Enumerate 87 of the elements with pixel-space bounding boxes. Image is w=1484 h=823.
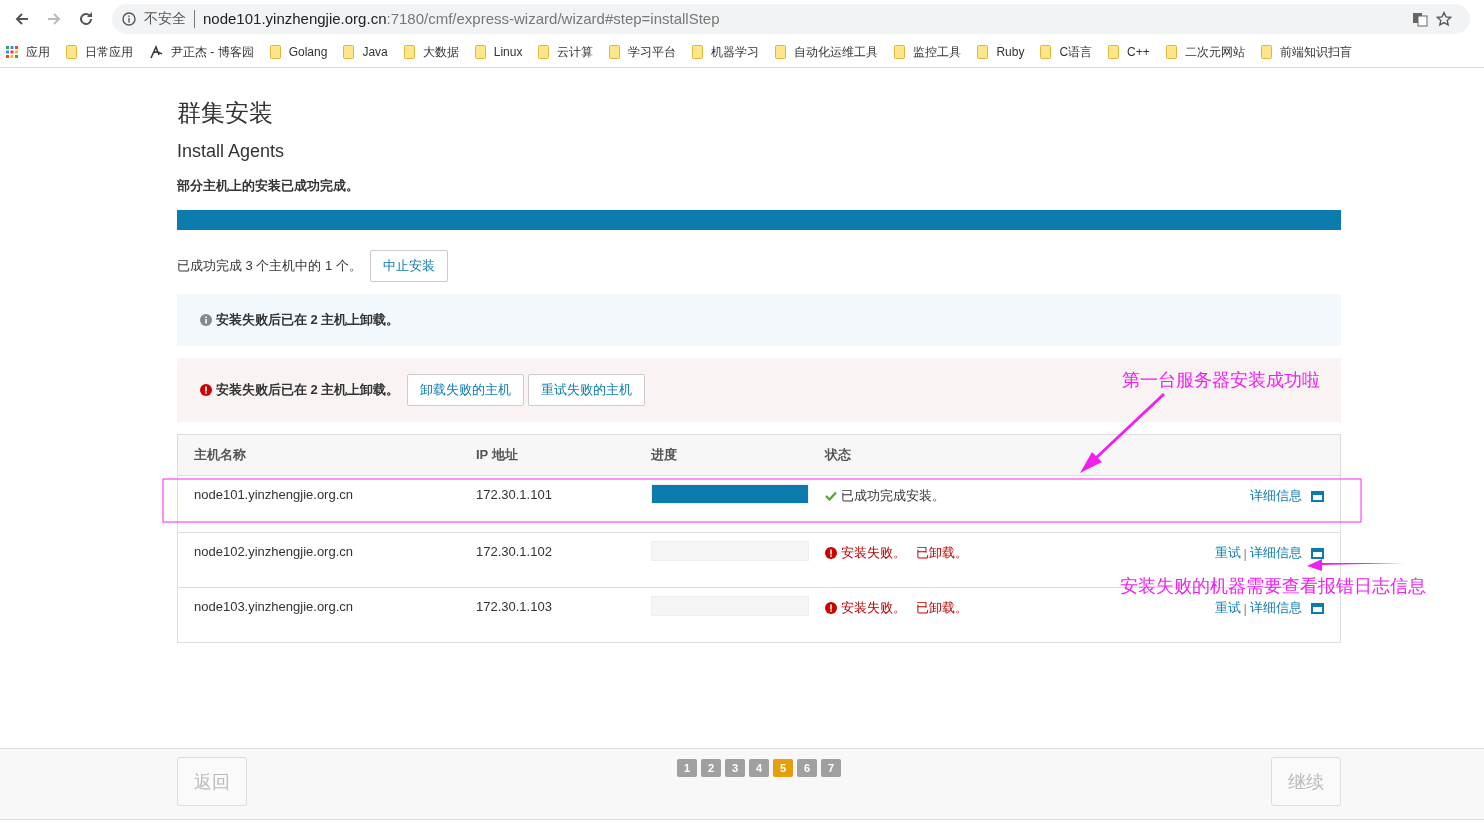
window-icon[interactable] bbox=[1311, 602, 1324, 614]
details-link[interactable]: 详细信息 bbox=[1250, 487, 1302, 505]
retry-link[interactable]: 重试 bbox=[1214, 544, 1241, 562]
annotation-text: 安装失败的机器需要查看报错日志信息 bbox=[1120, 574, 1426, 598]
site-logo-icon bbox=[149, 45, 163, 59]
abort-button[interactable]: 中止安装 bbox=[369, 250, 448, 282]
folder-icon bbox=[1108, 45, 1120, 59]
folder-icon bbox=[977, 45, 989, 59]
step-indicator: 2 bbox=[701, 759, 721, 777]
column-header: 状态 bbox=[825, 446, 851, 464]
folder-icon bbox=[894, 45, 906, 59]
separator: | bbox=[1243, 600, 1247, 616]
bookmark[interactable]: 机器学习 bbox=[692, 43, 760, 61]
folder-icon bbox=[1040, 45, 1052, 59]
apps-grid-icon bbox=[6, 46, 18, 58]
details-link[interactable]: 详细信息 bbox=[1250, 599, 1302, 617]
folder-icon bbox=[1260, 45, 1272, 59]
info-icon[interactable] bbox=[122, 11, 136, 26]
folder-icon bbox=[609, 45, 621, 59]
bookmark[interactable]: 监控工具 bbox=[894, 43, 962, 61]
star-icon[interactable] bbox=[1436, 10, 1452, 27]
step-indicator: 3 bbox=[725, 759, 745, 777]
bookmark[interactable]: 自动化运维工具 bbox=[775, 43, 879, 61]
status-text: 已卸载。 bbox=[916, 544, 968, 562]
column-header: 主机名称 bbox=[194, 446, 247, 464]
bookmark[interactable]: Java bbox=[343, 45, 388, 59]
step-indicator: 5 bbox=[773, 759, 793, 777]
bookmark[interactable]: 学习平台 bbox=[609, 43, 677, 61]
status-text: 安装失败。 bbox=[841, 599, 906, 617]
host-name-cell-text: node102.yinzhengjie.org.cn bbox=[194, 544, 354, 559]
bookmark[interactable]: Linux bbox=[474, 45, 523, 59]
separator: | bbox=[1243, 545, 1247, 561]
summary-text: 已成功完成 3 个主机中的 1 个。 bbox=[177, 257, 362, 275]
step-indicator: 1 bbox=[677, 759, 697, 777]
info-icon bbox=[200, 314, 212, 326]
folder-icon bbox=[66, 45, 77, 59]
error-icon bbox=[200, 384, 212, 396]
status-text: 安装失败。 bbox=[841, 544, 906, 562]
alert-action-button[interactable]: 重试失败的主机 bbox=[528, 374, 646, 406]
ip-cell-text: 172.30.1.101 bbox=[476, 487, 553, 502]
column-header: 进度 bbox=[651, 446, 678, 464]
bookmark[interactable]: 尹正杰 - 博客园 bbox=[149, 43, 254, 61]
status-message: 部分主机上的安装已成功完成。 bbox=[177, 178, 360, 194]
security-label: 不安全 bbox=[144, 9, 186, 28]
status-text: 已卸载。 bbox=[916, 599, 968, 617]
address-bar[interactable]: 不安全 node101.yinzhengjie.org.cn:7180/cmf/express-wizard/wizard#step=installStep bbox=[112, 3, 1470, 34]
column-header: IP 地址 bbox=[476, 446, 519, 464]
bookmark[interactable]: 前端知识扫盲 bbox=[1260, 43, 1352, 61]
page-title: 群集安装 bbox=[177, 98, 274, 128]
ip-cell-text: 172.30.1.102 bbox=[476, 544, 553, 559]
folder-icon bbox=[269, 45, 281, 59]
url-text: node101.yinzhengjie.org.cn:7180/cmf/express-wizard/wizard#step=installStep bbox=[203, 10, 720, 27]
folder-icon bbox=[343, 45, 355, 59]
folder-icon bbox=[403, 45, 415, 59]
bookmark[interactable]: 大数据 bbox=[403, 43, 459, 61]
alert-action-button[interactable]: 卸载失败的主机 bbox=[407, 374, 525, 406]
details-link[interactable]: 详细信息 bbox=[1250, 544, 1302, 562]
annotation-text: 第一台服务器安装成功啦 bbox=[1122, 368, 1320, 392]
status-text: 已成功完成安装。 bbox=[841, 487, 945, 505]
bookmark[interactable]: 云计算 bbox=[538, 43, 594, 61]
retry-link[interactable]: 重试 bbox=[1214, 599, 1241, 617]
bookmark[interactable]: Golang bbox=[269, 45, 328, 59]
window-icon[interactable] bbox=[1311, 490, 1324, 502]
bookmark[interactable]: 二次元网站 bbox=[1165, 43, 1245, 61]
bookmark[interactable]: 应用 bbox=[6, 43, 50, 61]
host-name-cell-text: node101.yinzhengjie.org.cn bbox=[194, 487, 354, 502]
folder-icon bbox=[474, 45, 486, 59]
folder-icon bbox=[775, 45, 787, 59]
folder-icon bbox=[538, 45, 550, 59]
window-icon[interactable] bbox=[1311, 547, 1324, 559]
step-indicator: 7 bbox=[821, 759, 841, 777]
back-icon[interactable] bbox=[14, 10, 30, 27]
alert-text: 安装失败后已在 2 主机上卸载。 bbox=[216, 381, 400, 399]
bookmark[interactable]: 日常应用 bbox=[66, 43, 133, 61]
bookmark[interactable]: C语言 bbox=[1040, 43, 1093, 61]
page-subtitle: Install Agents bbox=[177, 140, 286, 162]
translate-icon[interactable] bbox=[1412, 10, 1428, 27]
bookmark[interactable]: C++ bbox=[1108, 45, 1150, 59]
host-name-cell-text: node103.yinzhengjie.org.cn bbox=[194, 599, 354, 614]
reload-icon[interactable] bbox=[78, 10, 94, 27]
step-indicator: 4 bbox=[749, 759, 769, 777]
step-indicator: 6 bbox=[797, 759, 817, 777]
alert-text: 安装失败后已在 2 主机上卸载。 bbox=[216, 311, 400, 329]
folder-icon bbox=[692, 45, 704, 59]
ip-cell-text: 172.30.1.103 bbox=[476, 599, 553, 614]
folder-icon bbox=[1165, 45, 1177, 59]
bookmark[interactable]: Ruby bbox=[977, 45, 1025, 59]
